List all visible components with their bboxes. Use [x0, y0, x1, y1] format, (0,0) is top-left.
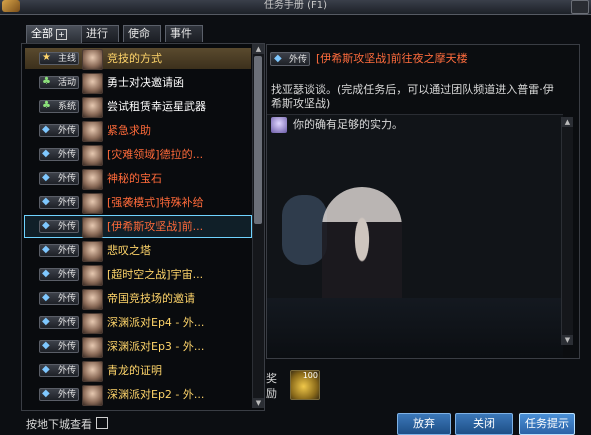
quest-list-item[interactable]: 外传 ◆ [伊希斯攻坚战]前... [24, 215, 252, 238]
tab-event[interactable]: 事件 [165, 25, 203, 42]
title-bar: 任务手册 (F1) [0, 0, 591, 15]
quest-name: 深渊派对Ep2 - 外... [107, 388, 205, 401]
detail-scroll-down-arrow[interactable]: ▼ [562, 335, 573, 345]
quest-hint-button[interactable]: 任务提示 [519, 413, 575, 435]
ghost-figure [282, 195, 327, 265]
npc-portrait [82, 289, 103, 310]
npc-portrait [82, 121, 103, 142]
diamond-icon: ◆ [42, 340, 50, 351]
dungeon-view-checkbox[interactable]: 按地下城查看 [26, 416, 108, 431]
diamond-icon: ◆ [42, 316, 50, 327]
npc-dialogue: 你的确有足够的实力。 [271, 117, 563, 133]
quest-list-scrollbar[interactable]: ▲ ▼ [252, 44, 264, 408]
quest-name: 悲叹之塔 [107, 244, 151, 257]
leaf-icon: ♣ [42, 100, 51, 111]
scroll-up-arrow[interactable]: ▲ [253, 44, 264, 54]
npc-scene [267, 115, 563, 358]
npc-portrait [82, 97, 103, 118]
tab-in-progress[interactable]: 进行 [81, 25, 119, 42]
diamond-icon: ◆ [42, 196, 50, 207]
quest-list-item[interactable]: 外传 ◆ 深渊派对Ep4 - 外... [25, 312, 251, 334]
quest-list-item[interactable]: 主线 ★ 竞技的方式 [25, 48, 251, 70]
quest-list-item[interactable]: 外传 ◆ 神秘的宝石 [25, 168, 251, 190]
reward-label: 奖励 [266, 372, 277, 400]
quest-name: 深渊派对Ep4 - 外... [107, 316, 205, 329]
quest-description: 找亚瑟谈谈。(完成任务后，可以通过团队频道进入普雷·伊希斯攻坚战) [271, 83, 554, 110]
scroll-thumb[interactable] [254, 56, 262, 224]
quest-name: 紧急求助 [107, 124, 151, 137]
diamond-icon: ◆ [274, 53, 282, 64]
quest-name: [伊希斯攻坚战]前... [107, 220, 204, 233]
npc-portrait [82, 337, 103, 358]
quest-name: 神秘的宝石 [107, 172, 162, 185]
reward-gold-item[interactable]: 100 [290, 370, 320, 400]
diamond-icon: ◆ [42, 268, 50, 279]
window-title: 任务手册 (F1) [263, 0, 328, 11]
quest-list-item[interactable]: 外传 ◆ 帝国竞技场的邀请 [25, 288, 251, 310]
diamond-icon: ◆ [42, 124, 50, 135]
diamond-icon: ◆ [42, 172, 50, 183]
diamond-icon: ◆ [42, 244, 50, 255]
close-button[interactable]: 关闭 [455, 413, 513, 435]
quest-list-item[interactable]: 活动 ♣ 勇士对决邀请函 [25, 72, 251, 94]
expand-icon[interactable]: + [56, 29, 67, 40]
npc-portrait [82, 49, 103, 70]
npc-portrait [82, 73, 103, 94]
quest-name: 帝国竞技场的邀请 [107, 292, 195, 305]
leaf-icon: ♣ [42, 76, 51, 87]
star-icon: ★ [42, 52, 51, 63]
npc-portrait [82, 193, 103, 214]
quest-list-item[interactable]: 外传 ◆ [超时空之战]宇宙... [25, 264, 251, 286]
npc-portrait [82, 217, 103, 238]
quest-name: 青龙的证明 [107, 364, 162, 377]
tab-all[interactable]: 全部 + [26, 25, 82, 43]
quest-list-item[interactable]: 外传 ◆ 深渊派对Ep2 - 外... [25, 384, 251, 406]
quest-list-item[interactable]: 系统 ♣ 尝试租赁幸运星武器 [25, 96, 251, 118]
quest-name: 勇士对决邀请函 [107, 76, 184, 89]
npc-avatar [271, 117, 287, 133]
reward-quantity: 100 [302, 371, 318, 380]
detail-scrollbar[interactable]: ▲ ▼ [561, 117, 573, 345]
diamond-icon: ◆ [42, 364, 50, 375]
scroll-down-arrow[interactable]: ▼ [253, 398, 264, 408]
npc-portrait [82, 361, 103, 382]
diamond-icon: ◆ [42, 220, 50, 231]
npc-portrait [82, 385, 103, 406]
quest-list-item[interactable]: 外传 ◆ 紧急求助 [25, 120, 251, 142]
quest-list-item[interactable]: 外传 ◆ [灾难领域]德拉的... [25, 144, 251, 166]
quest-name: 尝试租赁幸运星武器 [107, 100, 206, 113]
diamond-icon: ◆ [42, 388, 50, 399]
npc-portrait [82, 265, 103, 286]
quest-list-item[interactable]: 外传 ◆ 悲叹之塔 [25, 240, 251, 262]
dungeon-view-label: 按地下城查看 [26, 418, 92, 431]
quest-name: [灾难领域]德拉的... [107, 148, 204, 161]
npc-portrait [82, 241, 103, 262]
quest-list-item[interactable]: 外传 ◆ 青龙的证明 [25, 360, 251, 382]
detail-quest-title: [伊希斯攻坚战]前往夜之摩天楼 [316, 52, 468, 65]
scene-floor [267, 298, 563, 358]
quest-list-item[interactable]: 外传 ◆ [强袭模式]特殊补给 [25, 192, 251, 214]
npc-portrait [82, 145, 103, 166]
checkbox[interactable] [96, 417, 108, 429]
detail-scroll-up-arrow[interactable]: ▲ [562, 117, 573, 127]
tab-mission[interactable]: 使命 [123, 25, 161, 42]
close-window-button[interactable] [571, 0, 589, 14]
npc-dialogue-text: 你的确有足够的实力。 [293, 118, 403, 131]
quest-name: 竞技的方式 [107, 52, 162, 65]
quest-name: [超时空之战]宇宙... [107, 268, 204, 281]
quest-list-item[interactable]: 外传 ◆ 深渊派对Ep3 - 外... [25, 336, 251, 358]
abandon-button[interactable]: 放弃 [397, 413, 451, 435]
npc-portrait [82, 313, 103, 334]
diamond-icon: ◆ [42, 292, 50, 303]
quest-name: [强袭模式]特殊补给 [107, 196, 204, 209]
quest-name: 深渊派对Ep3 - 外... [107, 340, 205, 353]
reward-area: 奖励 100 [266, 367, 578, 407]
quest-list-panel: 主线 ★ 竞技的方式 活动 ♣ 勇士对决邀请函 系统 ♣ 尝试租赁幸运星武器 外传 ◆ 紧急求助 外传 ◆… [21, 43, 265, 411]
npc-portrait [82, 169, 103, 190]
quest-detail-panel: 外传 ◆ [伊希斯攻坚战]前往夜之摩天楼 找亚瑟谈谈。(完成任务后，可以通过团队… [266, 44, 580, 359]
diamond-icon: ◆ [42, 148, 50, 159]
